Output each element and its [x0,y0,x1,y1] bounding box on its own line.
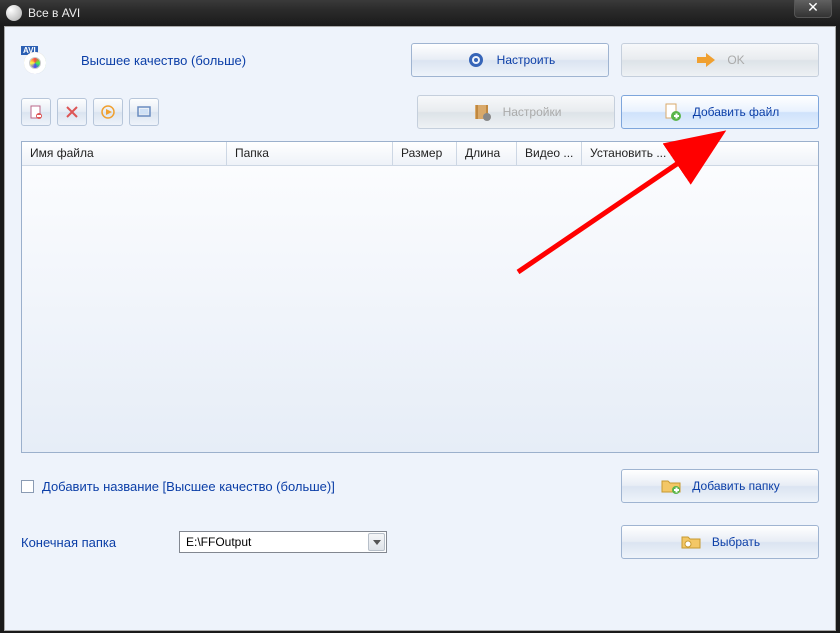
col-size[interactable]: Размер [393,142,457,165]
col-length[interactable]: Длина [457,142,517,165]
film-icon [471,101,493,123]
ok-label: OK [727,53,744,67]
top-row: AVI Высшее качество (больше) Настроить O… [5,27,835,87]
output-path-value: E:\FFOutput [186,535,251,549]
screen-icon [137,106,151,118]
row-add-title: Добавить название [Высшее качество (боль… [21,469,819,503]
doc-plus-icon [661,101,683,123]
gear-icon [465,49,487,71]
col-folder[interactable]: Папка [227,142,393,165]
main-panel: AVI Высшее качество (больше) Настроить O… [4,26,836,631]
play-icon [101,105,115,119]
arrow-right-icon [695,49,717,71]
app-icon [6,5,22,21]
add-title-checkbox[interactable] [21,480,34,493]
row-output: Конечная папка E:\FFOutput Выбрать [21,525,819,559]
browse-button[interactable]: Выбрать [621,525,819,559]
output-folder-label: Конечная папка [21,535,161,550]
info-button[interactable] [129,98,159,126]
col-filename[interactable]: Имя файла [22,142,227,165]
play-button[interactable] [93,98,123,126]
col-video[interactable]: Видео ... [517,142,582,165]
delete-button[interactable] [57,98,87,126]
list-header: Имя файла Папка Размер Длина Видео ... У… [22,142,818,166]
remove-button[interactable] [21,98,51,126]
col-set[interactable]: Установить ... [582,142,818,165]
add-file-button[interactable]: Добавить файл [621,95,819,129]
toolbar-row: Настройки Добавить файл [5,87,835,137]
close-button[interactable]: ✕ [794,0,832,18]
settings-button[interactable]: Настройки [417,95,615,129]
doc-minus-icon [29,105,43,119]
window-title: Все в AVI [28,6,80,20]
x-icon [66,106,78,118]
quality-label: Высшее качество (больше) [61,53,399,68]
list-body[interactable] [22,166,818,452]
bottom-panel: Добавить название [Высшее качество (боль… [5,453,835,575]
format-avi-icon: AVI [21,46,49,74]
add-file-label: Добавить файл [693,105,780,119]
configure-button[interactable]: Настроить [411,43,609,77]
add-title-label: Добавить название [Высшее качество (боль… [42,479,613,494]
file-list: Имя файла Папка Размер Длина Видео ... У… [21,141,819,453]
add-folder-label: Добавить папку [692,479,779,493]
ok-button[interactable]: OK [621,43,819,77]
browse-label: Выбрать [712,535,760,549]
title-bar: Все в AVI ✕ [0,0,840,26]
output-path-combo[interactable]: E:\FFOutput [179,531,387,553]
chevron-down-icon [373,540,381,545]
folder-plus-icon [660,475,682,497]
settings-label: Настройки [503,105,562,119]
add-folder-button[interactable]: Добавить папку [621,469,819,503]
combo-arrow[interactable] [368,533,385,551]
configure-label: Настроить [497,53,556,67]
folder-open-icon [680,531,702,553]
